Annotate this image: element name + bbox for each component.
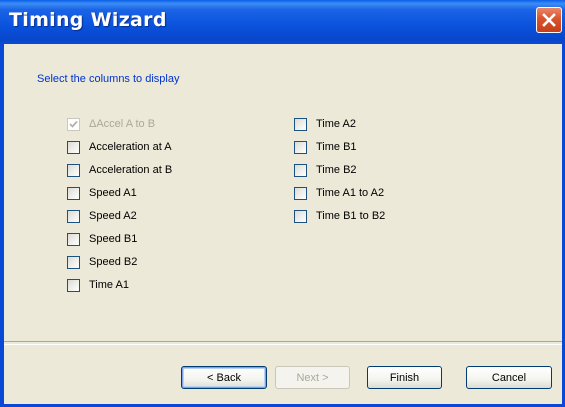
back-button[interactable]: < Back — [181, 366, 267, 389]
checkbox[interactable] — [294, 209, 307, 223]
checkbox-row-time-b1-to-b2[interactable]: Time B1 to B2 — [294, 208, 385, 224]
checkbox-label: Time A2 — [316, 118, 356, 130]
checkbox-row-time-a2[interactable]: Time A2 — [294, 116, 356, 132]
checkbox-label: Acceleration at A — [89, 141, 172, 153]
checkbox[interactable] — [67, 117, 80, 131]
window-title: Timing Wizard — [9, 9, 167, 31]
checkbox[interactable] — [294, 117, 307, 131]
checkbox-row-acceleration-at-b[interactable]: Acceleration at B — [67, 162, 172, 178]
checkbox-row-speed-b1[interactable]: Speed B1 — [67, 231, 137, 247]
title-bar[interactable]: Timing Wizard — [0, 0, 565, 44]
close-button[interactable] — [536, 7, 562, 33]
checkbox-row-speed-a2[interactable]: Speed A2 — [67, 208, 137, 224]
button-divider — [4, 341, 562, 345]
instruction-text: Select the columns to display — [37, 73, 180, 85]
checkbox-label: Acceleration at B — [89, 164, 173, 176]
checkbox[interactable] — [67, 209, 80, 223]
checkbox-label: Time A1 — [89, 279, 129, 291]
checkbox-label: Time B1 — [316, 141, 357, 153]
checkbox-row-time-b1[interactable]: Time B1 — [294, 139, 357, 155]
checkbox[interactable] — [294, 140, 307, 154]
checkbox-label: Time B2 — [316, 164, 357, 176]
wizard-page: Select the columns to display ΔAccel A t… — [4, 44, 562, 343]
cancel-button[interactable]: Cancel — [466, 366, 552, 389]
checkbox[interactable] — [67, 232, 80, 246]
checkbox-row-acceleration-at-a[interactable]: Acceleration at A — [67, 139, 172, 155]
checkbox-label: Speed B1 — [89, 233, 138, 245]
checkbox[interactable] — [294, 163, 307, 177]
checkbox-row-time-a1[interactable]: Time A1 — [67, 277, 129, 293]
checkmark-icon — [69, 120, 78, 128]
checkbox-row-speed-b2[interactable]: Speed B2 — [67, 254, 137, 270]
checkbox-label: Speed B2 — [89, 256, 138, 268]
next-button[interactable]: Next > — [275, 366, 350, 389]
checkbox[interactable] — [294, 186, 307, 200]
checkbox[interactable] — [67, 255, 80, 269]
checkbox-label: Speed A1 — [89, 187, 137, 199]
checkbox[interactable] — [67, 186, 80, 200]
checkbox-label: Speed A2 — [89, 210, 137, 222]
timing-wizard-window: Timing Wizard Select the columns to disp… — [0, 0, 565, 407]
checkbox[interactable] — [67, 163, 80, 177]
checkbox-row-time-a1-to-a2[interactable]: Time A1 to A2 — [294, 185, 384, 201]
checkbox[interactable] — [67, 140, 80, 154]
checkbox[interactable] — [67, 278, 80, 292]
checkbox-row-speed-a1[interactable]: Speed A1 — [67, 185, 137, 201]
finish-button[interactable]: Finish — [367, 366, 442, 389]
checkbox-label: ΔAccel A to B — [89, 118, 156, 130]
checkbox-row-daccel-a-to-b[interactable]: ΔAccel A to B — [67, 116, 155, 132]
checkbox-label: Time A1 to A2 — [316, 187, 385, 199]
checkbox-row-time-b2[interactable]: Time B2 — [294, 162, 357, 178]
checkbox-label: Time B1 to B2 — [316, 210, 386, 222]
